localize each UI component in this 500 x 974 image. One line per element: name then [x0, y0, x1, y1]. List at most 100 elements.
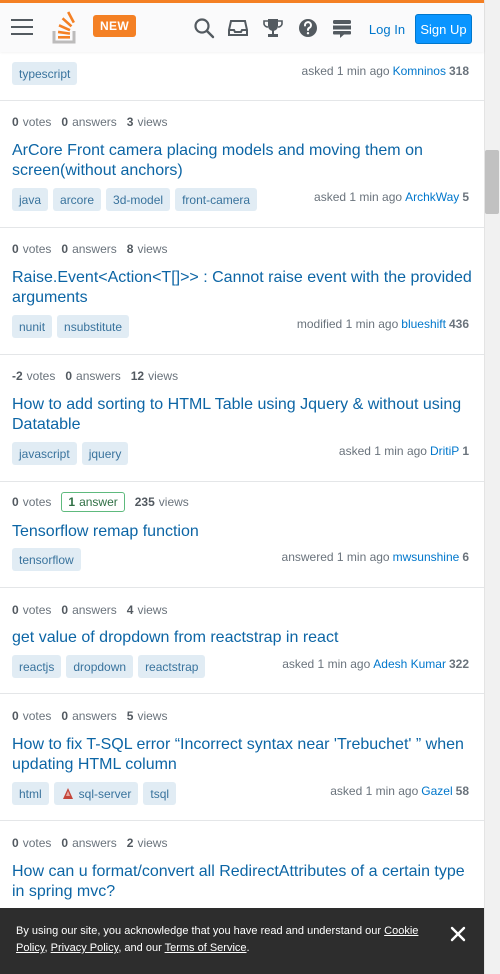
scrollbar-track[interactable]: [484, 0, 500, 974]
question-stats: 0 votes 1 answer 235 views: [12, 492, 199, 512]
top-bar: NEW Log In Sign Up: [0, 0, 484, 52]
answer-count: 0 answers: [65, 369, 121, 383]
question-tags: reactjs dropdown reactstrap: [12, 655, 210, 678]
login-button[interactable]: Log In: [363, 15, 411, 43]
user-reputation: 322: [448, 657, 469, 671]
help-icon[interactable]: [297, 17, 319, 39]
question-title[interactable]: How to add sorting to HTML Table using J…: [12, 395, 472, 435]
answer-count: 0 answers: [61, 603, 117, 617]
question-title[interactable]: ArCore Front camera placing models and m…: [12, 141, 472, 181]
question-action: asked 1 min ago: [314, 190, 403, 204]
question-stats: 0 votes 0 answers 8 views: [12, 242, 177, 256]
question-user[interactable]: DritiP: [430, 444, 459, 458]
privacy-policy-link[interactable]: Privacy Policy: [51, 942, 119, 954]
tag[interactable]: dropdown: [66, 655, 134, 678]
tag[interactable]: typescript: [12, 62, 78, 85]
vote-count: -2 votes: [12, 369, 56, 383]
question-summary: -2 votes 0 answers 12 views How to add sort…: [0, 355, 484, 482]
question-summary: 0 votes 1 answer 235 views Tensorflow remap…: [0, 482, 484, 588]
user-reputation: 58: [455, 784, 469, 798]
tag-label: sql-server: [78, 786, 132, 801]
view-count: 8 views: [126, 242, 168, 256]
question-meta: asked 1 min ago DritiP 1: [339, 444, 469, 458]
menu-icon[interactable]: [11, 19, 33, 37]
question-user[interactable]: Komninos: [393, 64, 446, 78]
close-icon[interactable]: [449, 925, 467, 943]
question-user[interactable]: Adesh Kumar: [373, 657, 446, 671]
trophy-icon[interactable]: [262, 17, 284, 39]
question-tags: tensorflow: [12, 548, 86, 571]
tag[interactable]: reactjs: [12, 655, 62, 678]
question-action: asked 1 min ago: [338, 444, 427, 458]
question-action: modified 1 min ago: [296, 317, 399, 331]
cookie-banner: By using our site, you acknowledge that …: [0, 908, 484, 974]
user-reputation: 6: [462, 550, 469, 564]
question-user[interactable]: Gazel: [421, 784, 452, 798]
inbox-icon[interactable]: [227, 17, 249, 39]
tag[interactable]: jquery: [81, 442, 129, 465]
vote-count: 0 votes: [12, 495, 52, 509]
question-meta: answered 1 min ago mwsunshine 6: [282, 550, 469, 564]
tag[interactable]: nsubstitute: [57, 315, 130, 338]
question-summary: 0 votes 0 answers 5 views How to fix T-SQL …: [0, 694, 484, 821]
tag[interactable]: 3d-model: [106, 188, 171, 211]
question-title[interactable]: How to fix T-SQL error “Incorrect syntax…: [12, 735, 472, 775]
question-user[interactable]: mwsunshine: [393, 550, 460, 564]
user-reputation: 1: [462, 444, 469, 458]
tag[interactable]: nunit: [12, 315, 53, 338]
tag[interactable]: javascript: [12, 442, 77, 465]
question-tags: typescript: [12, 62, 82, 85]
question-title[interactable]: How can u format/convert all RedirectAtt…: [12, 862, 472, 902]
question-user[interactable]: ArchkWay: [405, 190, 459, 204]
tag[interactable]: reactstrap: [138, 655, 206, 678]
sql-server-icon: [62, 787, 73, 799]
question-action: asked 1 min ago: [282, 657, 371, 671]
question-action: answered 1 min ago: [281, 550, 390, 564]
answer-count: 0 answers: [61, 242, 117, 256]
tag[interactable]: tsql: [143, 782, 177, 805]
question-title[interactable]: Raise.Event<Action<T[]>> : Cannot raise …: [12, 268, 472, 308]
terms-of-service-link[interactable]: Terms of Service: [165, 942, 247, 954]
question-user[interactable]: blueshift: [401, 317, 446, 331]
question-summary: 0 votes 0 answers 3 views ArCore Front came…: [0, 101, 484, 228]
vote-count: 0 votes: [12, 242, 52, 256]
stackoverflow-logo[interactable]: [51, 11, 79, 45]
question-stats: -2 votes 0 answers 12 views: [12, 369, 188, 383]
question-stats: 0 votes 0 answers 5 views: [12, 709, 177, 723]
cookie-text: By using our site, you acknowledge that …: [16, 925, 385, 937]
tag[interactable]: tensorflow: [12, 548, 81, 571]
tag[interactable]: arcore: [53, 188, 102, 211]
view-count: 12 views: [130, 369, 179, 383]
tag-sql-server[interactable]: sql-server: [53, 782, 139, 805]
question-stats: 0 votes 0 answers 3 views: [12, 115, 177, 129]
vote-count: 0 votes: [12, 836, 52, 850]
user-reputation: 436: [448, 317, 469, 331]
view-count: 4 views: [126, 603, 168, 617]
question-meta: asked 1 min ago Adesh Kumar 322: [282, 657, 469, 671]
question-title[interactable]: get value of dropdown from reactstrap in…: [12, 628, 472, 648]
user-reputation: 5: [462, 190, 469, 204]
user-reputation: 318: [448, 64, 469, 78]
question-meta: asked 1 min ago Komninos 318: [302, 64, 469, 78]
question-tags: nunit nsubstitute: [12, 315, 134, 338]
question-stats: 0 votes 0 answers 2 views: [12, 836, 177, 850]
view-count: 2 views: [126, 836, 168, 850]
tag[interactable]: java: [12, 188, 49, 211]
view-count: 235 views: [134, 495, 189, 509]
scrollbar-thumb[interactable]: [485, 150, 499, 214]
vote-count: 0 votes: [12, 709, 52, 723]
cookie-text: , and our: [118, 942, 165, 954]
question-summary: 0 votes 0 answers 8 views Raise.Event<Actio…: [0, 228, 484, 355]
question-summary: 0 votes 0 answers 4 views get value of drop…: [0, 588, 484, 694]
question-tags: html sql-server tsql: [12, 782, 181, 805]
tag[interactable]: front-camera: [175, 188, 258, 211]
question-stats: 0 votes 0 answers 4 views: [12, 603, 177, 617]
question-action: asked 1 min ago: [330, 784, 419, 798]
search-icon[interactable]: [193, 17, 215, 39]
signup-button[interactable]: Sign Up: [415, 14, 472, 44]
question-title[interactable]: Tensorflow remap function: [12, 522, 472, 542]
tag[interactable]: html: [12, 782, 49, 805]
vote-count: 0 votes: [12, 603, 52, 617]
new-badge[interactable]: NEW: [93, 15, 136, 37]
stackexchange-icon[interactable]: [331, 17, 353, 39]
